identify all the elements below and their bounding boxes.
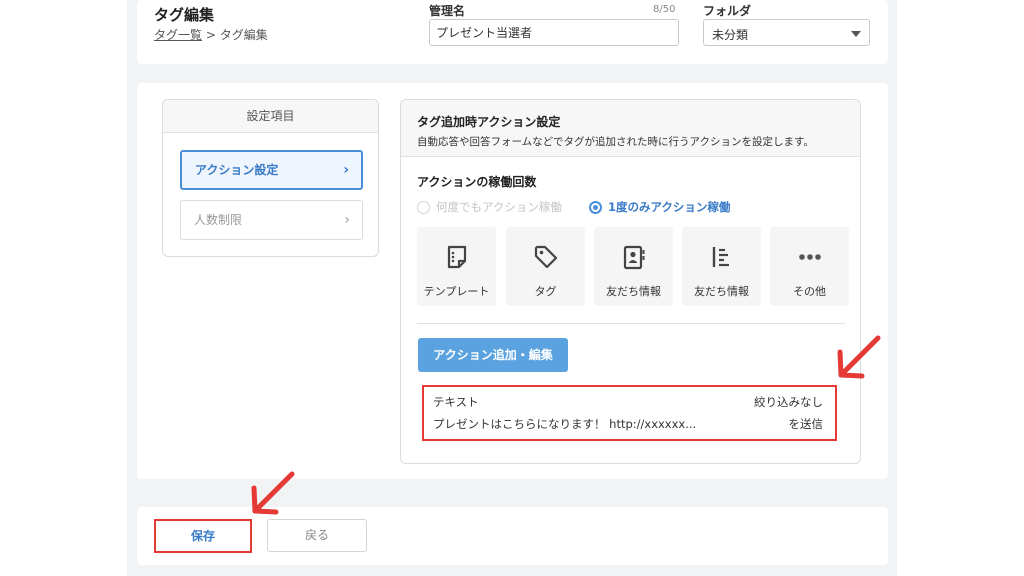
radio-checked-icon bbox=[589, 200, 602, 214]
radio-label: 何度でもアクション稼働 bbox=[436, 200, 562, 214]
main-card: 設定項目 アクション設定 › 人数制限 › タグ追加時アクション設定 自動応答や… bbox=[137, 83, 888, 479]
tag-icon bbox=[534, 245, 558, 269]
radio-run-once[interactable]: 1度のみアクション稼働 bbox=[589, 199, 730, 215]
settings-item-label: 人数制限 bbox=[194, 213, 243, 227]
name-input[interactable] bbox=[429, 19, 679, 46]
template-icon bbox=[447, 245, 467, 269]
annotation-arrow-icon bbox=[837, 335, 881, 379]
tile-friend-info[interactable]: 友だち情報 bbox=[594, 227, 673, 306]
action-filter-text: 絞り込みなし bbox=[754, 395, 823, 409]
page-title: タグ編集 bbox=[154, 6, 215, 24]
run-count-label: アクションの稼働回数 bbox=[417, 175, 537, 189]
action-type-text: テキスト bbox=[433, 395, 479, 409]
tile-other[interactable]: その他 bbox=[770, 227, 849, 306]
settings-item-action[interactable]: アクション設定 › bbox=[180, 150, 363, 190]
settings-heading: 設定項目 bbox=[163, 100, 378, 133]
chevron-right-icon: › bbox=[343, 162, 349, 178]
dropdown-arrow-icon bbox=[851, 31, 861, 37]
folder-field-label: フォルダ bbox=[703, 4, 752, 18]
settings-item-label: アクション設定 bbox=[195, 163, 279, 177]
radio-unchecked-icon bbox=[417, 200, 430, 214]
action-settings-panel: タグ追加時アクション設定 自動応答や回答フォームなどでタグが追加された時に行うア… bbox=[400, 99, 861, 464]
tile-friend-info-list[interactable]: 友だち情報 bbox=[682, 227, 761, 306]
tile-label: テンプレート bbox=[423, 285, 490, 298]
settings-panel: 設定項目 アクション設定 › 人数制限 › bbox=[162, 99, 379, 257]
tile-label: タグ bbox=[534, 285, 557, 298]
save-button[interactable]: 保存 bbox=[154, 519, 252, 553]
action-settings-description: 自動応答や回答フォームなどでタグが追加された時に行うアクションを設定します。 bbox=[417, 136, 814, 148]
action-message-text: プレゼントはこちらになります！ http://xxxxxx... bbox=[433, 417, 697, 431]
header-card: タグ編集 タグ一覧 > タグ編集 管理名 8/50 フォルダ 未分類 bbox=[137, 0, 888, 64]
folder-select[interactable]: 未分類 bbox=[703, 19, 870, 46]
breadcrumb-separator: > bbox=[202, 28, 220, 42]
chevron-right-icon: › bbox=[344, 212, 350, 228]
radio-run-any-times[interactable]: 何度でもアクション稼働 bbox=[417, 199, 562, 215]
tile-label: その他 bbox=[793, 285, 826, 298]
tile-label: 友だち情報 bbox=[606, 285, 661, 298]
contact-card-icon bbox=[623, 245, 645, 270]
add-edit-action-button[interactable]: アクション追加・編集 bbox=[418, 338, 568, 372]
radio-label: 1度のみアクション稼働 bbox=[608, 200, 731, 214]
divider bbox=[417, 323, 845, 324]
folder-select-value: 未分類 bbox=[712, 28, 749, 42]
breadcrumb-tag-list-link[interactable]: タグ一覧 bbox=[154, 28, 202, 42]
action-send-text: を送信 bbox=[788, 417, 824, 431]
back-button[interactable]: 戻る bbox=[267, 519, 367, 552]
settings-item-limit[interactable]: 人数制限 › bbox=[180, 200, 363, 240]
tile-template[interactable]: テンプレート bbox=[417, 227, 496, 306]
more-icon bbox=[799, 254, 821, 260]
action-settings-header: タグ追加時アクション設定 自動応答や回答フォームなどでタグが追加された時に行うア… bbox=[401, 100, 860, 157]
action-settings-title: タグ追加時アクション設定 bbox=[417, 115, 561, 129]
list-icon bbox=[712, 247, 729, 267]
annotation-arrow-icon bbox=[251, 471, 295, 515]
name-char-counter: 8/50 bbox=[653, 4, 676, 15]
breadcrumb-current: タグ編集 bbox=[219, 28, 268, 42]
action-summary-box: テキスト 絞り込みなし プレゼントはこちらになります！ http://xxxxx… bbox=[422, 385, 837, 441]
tile-tag[interactable]: タグ bbox=[506, 227, 585, 306]
tile-label: 友だち情報 bbox=[694, 285, 749, 298]
name-field-label: 管理名 bbox=[429, 4, 466, 18]
breadcrumb: タグ一覧 > タグ編集 bbox=[154, 26, 268, 43]
